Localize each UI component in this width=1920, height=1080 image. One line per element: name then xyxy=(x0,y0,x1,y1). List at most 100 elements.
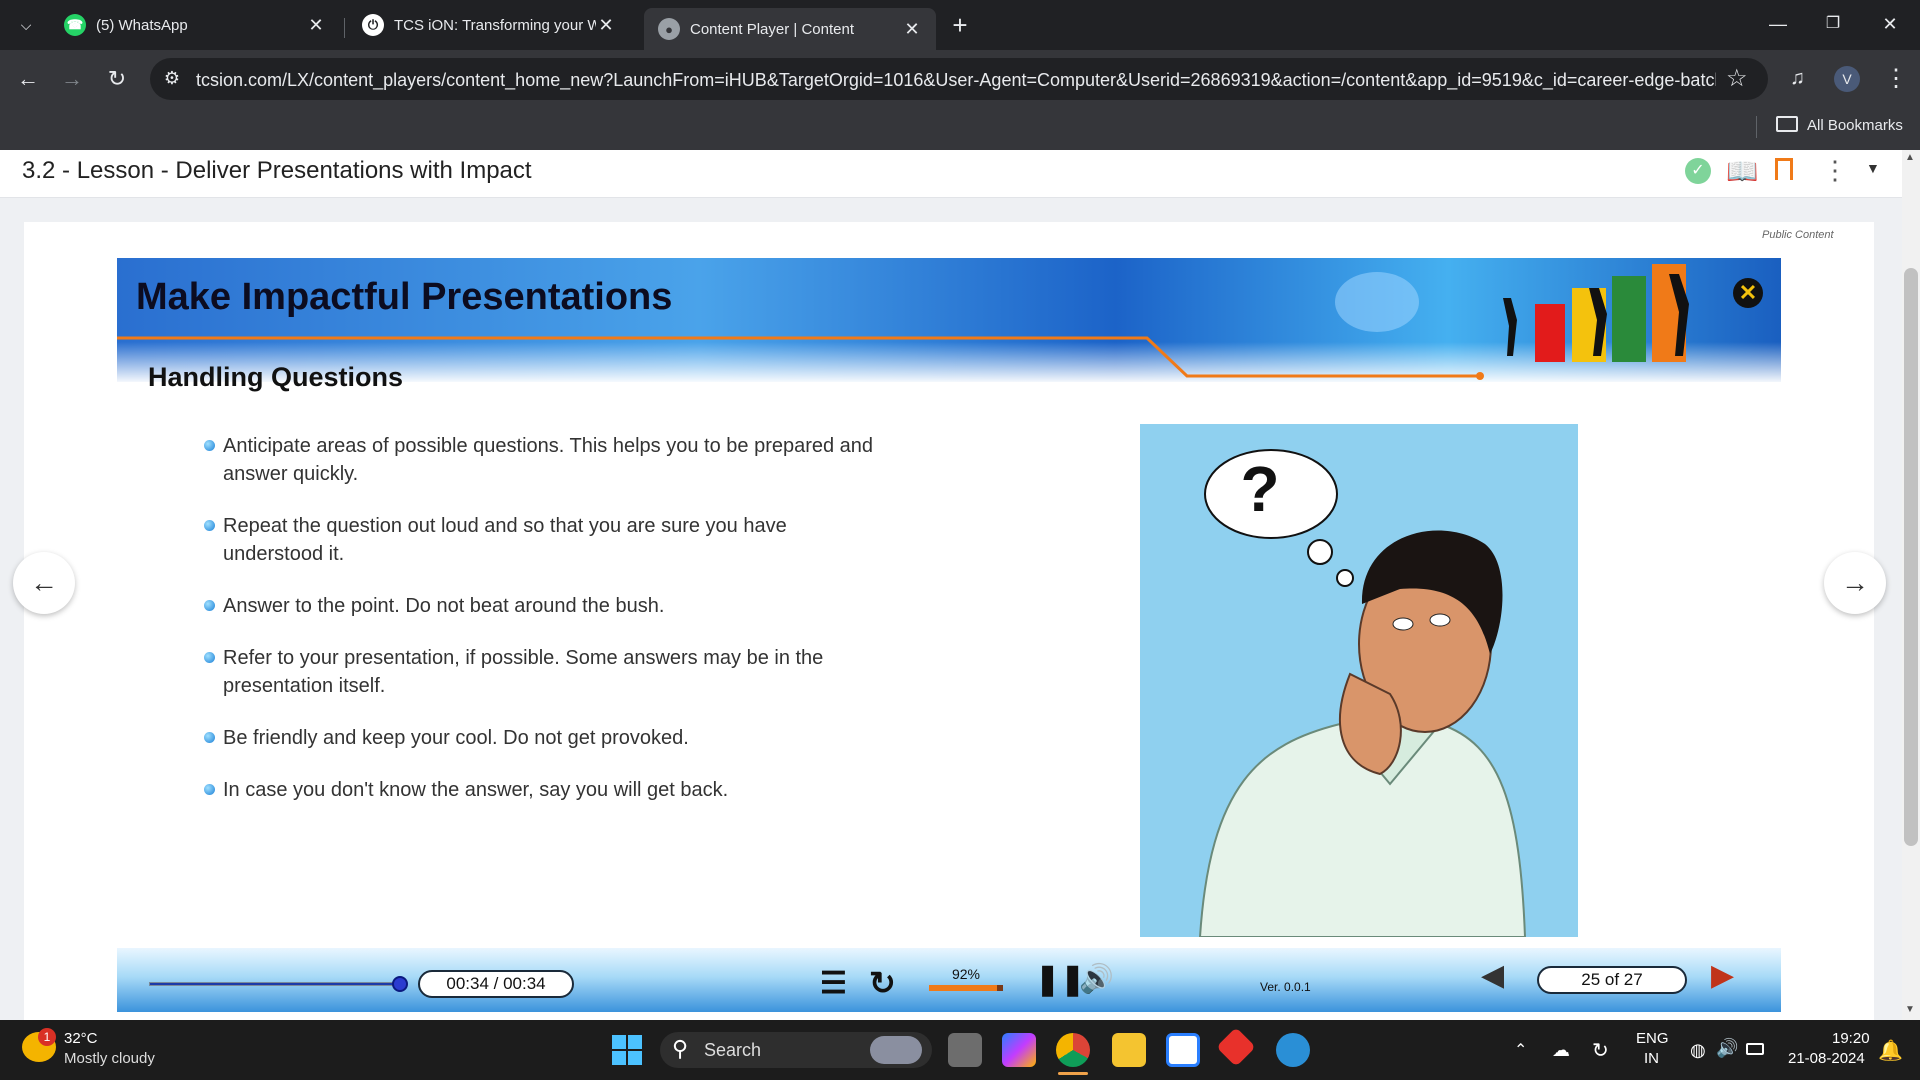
wifi-icon[interactable]: ◍ xyxy=(1690,1040,1706,1061)
scroll-down-icon[interactable]: ▼ xyxy=(1905,1004,1915,1015)
bullet-item: Answer to the point. Do not beat around … xyxy=(204,592,883,620)
tab-title: TCS iON: Transforming your Wo xyxy=(394,16,596,34)
bullet-dot-icon xyxy=(204,784,215,795)
bullet-dot-icon xyxy=(204,600,215,611)
seek-track[interactable] xyxy=(149,982,399,986)
slide: ✕ Make Impactful Presentations Handling … xyxy=(117,258,1781,1012)
bullet-dot-icon xyxy=(204,732,215,743)
browser-menu-icon[interactable]: ⋮ xyxy=(1884,64,1908,93)
bullet-text: Answer to the point. Do not beat around … xyxy=(223,595,665,617)
forward-arrow-icon[interactable]: → xyxy=(54,61,90,97)
bar-red xyxy=(1535,304,1565,362)
tab-content-player[interactable]: ● Content Player | Content ✕ xyxy=(644,8,936,50)
battery-icon[interactable] xyxy=(1746,1043,1764,1055)
previous-slide-icon[interactable]: ◀ xyxy=(1481,958,1504,993)
globe-shape xyxy=(1335,272,1419,332)
pause-icon[interactable]: ❚❚ xyxy=(1035,962,1085,997)
time-display: 00:34 / 00:34 xyxy=(418,970,574,998)
dropdown-caret-icon[interactable]: ▼ xyxy=(1866,160,1880,176)
weather-condition[interactable]: Mostly cloudy xyxy=(64,1050,155,1067)
bullet-text: Anticipate areas of possible questions. … xyxy=(223,435,874,485)
chrome-icon[interactable] xyxy=(1056,1033,1090,1067)
volume-track[interactable] xyxy=(929,985,1003,991)
bullet-dot-icon xyxy=(204,440,215,451)
thought-dot-large xyxy=(1307,539,1333,565)
search-icon: ⚲ xyxy=(672,1036,689,1061)
page-indicator: 25 of 27 xyxy=(1537,966,1687,994)
version-label: Ver. 0.0.1 xyxy=(1260,980,1311,994)
bullet-text: In case you don't know the answer, say y… xyxy=(223,779,729,801)
bullet-item: In case you don't know the answer, say y… xyxy=(204,776,883,804)
active-app-indicator xyxy=(1058,1072,1088,1075)
temperature[interactable]: 32°C xyxy=(64,1030,98,1047)
bullet-text: Refer to your presentation, if possible.… xyxy=(223,647,824,697)
restore-icon[interactable]: ❐ xyxy=(1815,6,1851,42)
close-slide-icon[interactable]: ✕ xyxy=(1733,278,1763,308)
scroll-up-icon[interactable]: ▲ xyxy=(1905,152,1915,163)
all-bookmarks-button[interactable]: All Bookmarks xyxy=(1807,117,1903,134)
replay-icon[interactable]: ↻ xyxy=(869,964,896,1002)
volume-percent: 92% xyxy=(951,966,981,982)
more-options-icon[interactable]: ⋮ xyxy=(1822,155,1848,186)
tab-whatsapp[interactable]: ☎ (5) WhatsApp ✕ xyxy=(50,8,340,42)
next-slide-icon[interactable]: ▶ xyxy=(1711,958,1734,993)
language-line1[interactable]: ENG xyxy=(1636,1030,1669,1047)
media-controls-icon[interactable]: ♫ xyxy=(1790,67,1805,90)
public-content-label: Public Content xyxy=(1762,229,1834,241)
menu-list-icon[interactable]: ☰ xyxy=(820,966,847,1001)
start-pane xyxy=(612,1035,626,1049)
tab-tcs-ion[interactable]: ⏻ TCS iON: Transforming your Wo ✕ xyxy=(348,8,630,42)
scrollbar-thumb[interactable] xyxy=(1904,268,1918,846)
tab-title: (5) WhatsApp xyxy=(96,16,188,34)
clock-date[interactable]: 21-08-2024 xyxy=(1788,1050,1865,1067)
close-tab-icon[interactable]: ✕ xyxy=(902,19,922,40)
tab-search-chevron-icon[interactable]: ⌵ xyxy=(8,7,44,43)
thinking-man-drawing xyxy=(1198,449,1527,938)
completed-check-icon[interactable]: ✓ xyxy=(1685,158,1711,184)
previous-lesson-arrow-icon[interactable]: ← xyxy=(13,552,75,614)
bullet-dot-icon xyxy=(204,520,215,531)
sync-icon[interactable]: ↻ xyxy=(1592,1038,1609,1063)
task-view-icon[interactable] xyxy=(948,1033,982,1067)
book-icon[interactable]: 📖 xyxy=(1726,156,1758,187)
lesson-title: 3.2 - Lesson - Deliver Presentations wit… xyxy=(22,157,532,184)
microsoft-store-icon[interactable] xyxy=(1166,1033,1200,1067)
question-mark: ? xyxy=(1240,453,1280,525)
walker-silhouette-1 xyxy=(1503,298,1517,356)
onedrive-icon[interactable]: ☁ xyxy=(1552,1040,1570,1061)
slide-subtitle: Handling Questions xyxy=(148,362,404,392)
bookmark-icon[interactable] xyxy=(1775,158,1793,180)
bullet-dot-icon xyxy=(204,652,215,663)
help-icon[interactable] xyxy=(1276,1033,1310,1067)
whatsapp-icon: ☎ xyxy=(64,14,86,36)
banner-line-dot xyxy=(1476,372,1484,380)
language-line2[interactable]: IN xyxy=(1644,1050,1659,1067)
next-lesson-arrow-icon[interactable]: → xyxy=(1824,552,1886,614)
url-text[interactable]: tcsion.com/LX/content_players/content_ho… xyxy=(196,70,1716,91)
show-hidden-icons-chevron-icon[interactable]: ⌃ xyxy=(1514,1040,1527,1060)
profile-avatar[interactable]: V xyxy=(1834,66,1860,92)
start-pane xyxy=(628,1035,642,1049)
back-arrow-icon[interactable]: ← xyxy=(10,61,46,97)
new-tab-plus-icon[interactable]: + xyxy=(942,7,978,43)
bullet-item: Repeat the question out loud and so that… xyxy=(204,512,883,568)
speaker-icon[interactable]: 🔊 xyxy=(1079,962,1114,995)
reload-icon[interactable]: ↻ xyxy=(99,61,135,97)
close-window-icon[interactable]: ✕ xyxy=(1872,6,1908,42)
site-settings-icon[interactable]: ⚙ xyxy=(160,68,184,92)
clock-time[interactable]: 19:20 xyxy=(1832,1030,1870,1047)
close-tab-icon[interactable]: ✕ xyxy=(596,15,616,36)
close-tab-icon[interactable]: ✕ xyxy=(306,15,326,36)
bookmark-star-icon[interactable]: ☆ xyxy=(1726,64,1748,93)
seek-handle[interactable] xyxy=(392,976,408,992)
bullet-item: Be friendly and keep your cool. Do not g… xyxy=(204,724,883,752)
volume-icon[interactable]: 🔊 xyxy=(1716,1038,1738,1059)
windows-start-icon[interactable] xyxy=(612,1035,642,1065)
notification-bell-icon[interactable]: 🔔 xyxy=(1878,1038,1903,1063)
file-explorer-icon[interactable] xyxy=(1112,1033,1146,1067)
weather-badge: 1 xyxy=(38,1028,56,1046)
left-eye xyxy=(1392,617,1414,631)
search-highlight-icon xyxy=(870,1036,922,1064)
minimize-icon[interactable]: — xyxy=(1760,6,1796,42)
copilot-icon[interactable] xyxy=(1002,1033,1036,1067)
